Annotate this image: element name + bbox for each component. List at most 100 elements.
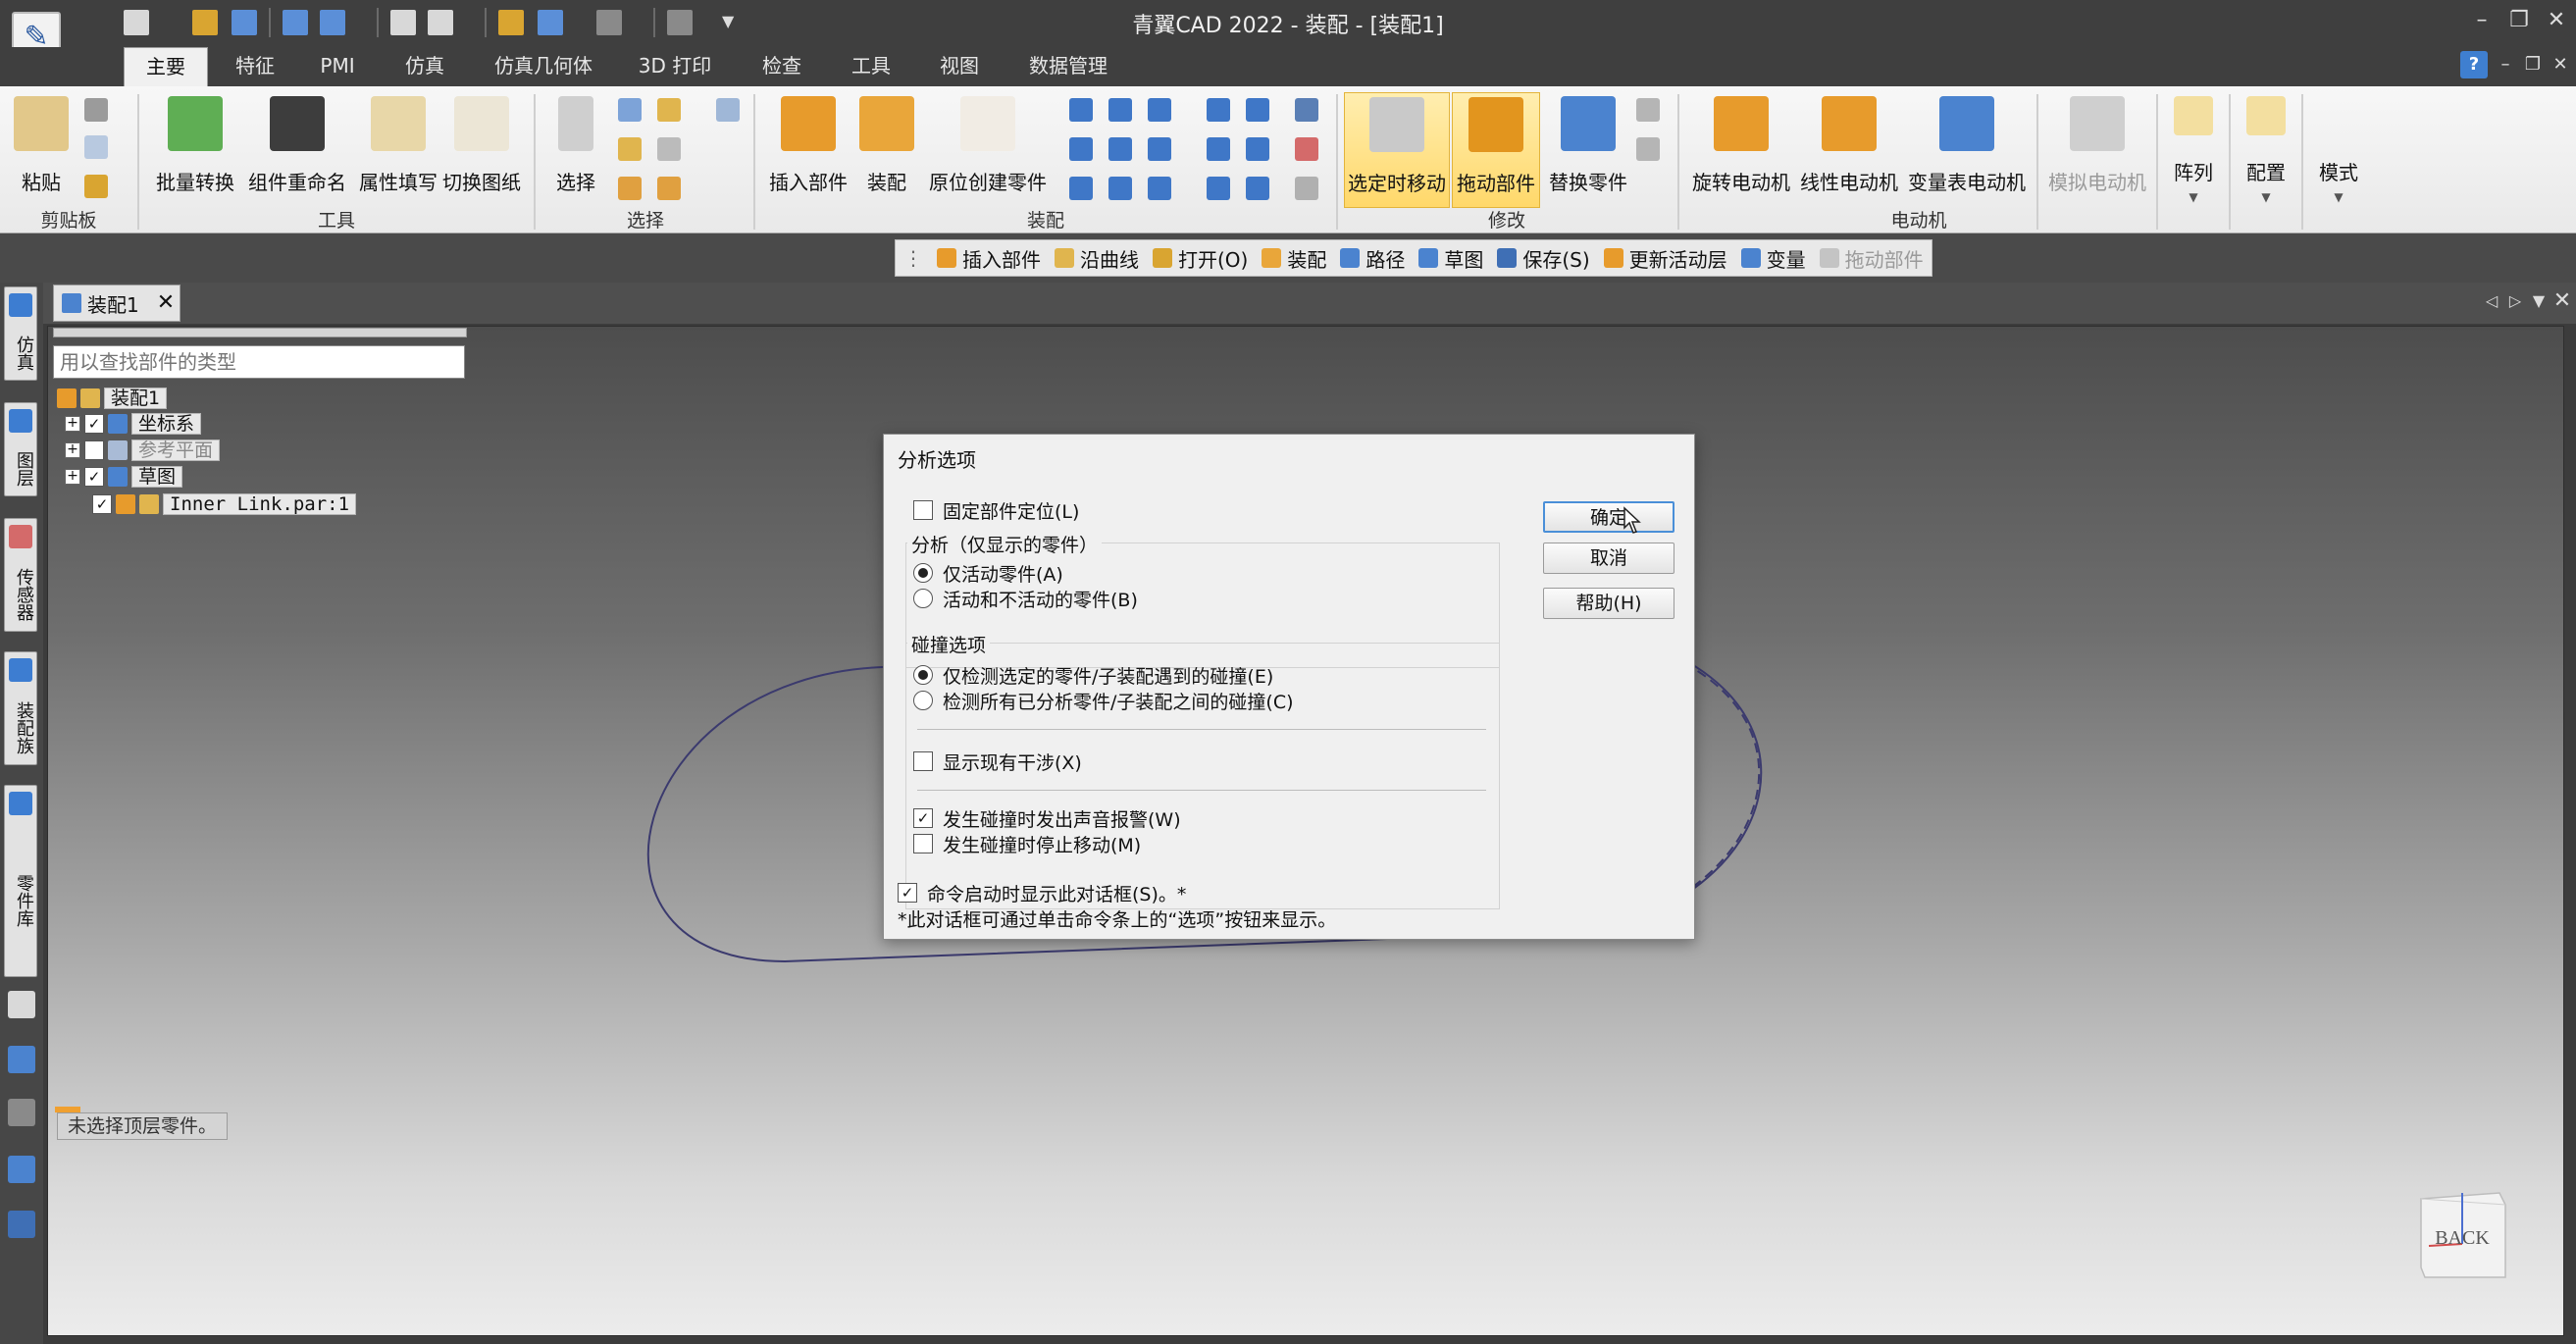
- expand-icon[interactable]: +: [65, 416, 80, 432]
- document-close-icon[interactable]: ✕: [151, 284, 180, 322]
- rail-tab-sensors[interactable]: 传感器: [4, 518, 37, 632]
- part-search-input[interactable]: [53, 345, 465, 379]
- select-group-icon[interactable]: [657, 98, 681, 122]
- show-interference-checkbox[interactable]: [913, 751, 933, 771]
- cmd-assemble[interactable]: 装配: [1262, 244, 1326, 273]
- help-query-icon[interactable]: [8, 1046, 35, 1073]
- copy-icon[interactable]: [84, 135, 108, 159]
- mate-icon[interactable]: [1069, 177, 1093, 200]
- angle-icon[interactable]: [1148, 177, 1171, 200]
- rail-tab-layers[interactable]: 图层: [4, 402, 37, 496]
- variable-table-motor-button[interactable]: 变量表电动机: [1903, 92, 2031, 200]
- tab-list-icon[interactable]: ▼: [2527, 286, 2550, 316]
- tab-left-icon[interactable]: ◁: [2480, 286, 2503, 316]
- visibility-checkbox[interactable]: ✓: [84, 467, 104, 487]
- radio-button[interactable]: [913, 691, 933, 710]
- path-icon[interactable]: [1295, 137, 1318, 161]
- tab-main[interactable]: 主要: [124, 47, 208, 86]
- tree-item-coordinate-systems[interactable]: + ✓ 坐标系: [65, 412, 202, 436]
- select-sub-icon[interactable]: [657, 177, 681, 200]
- mode-button[interactable]: 模式 ▼: [2307, 92, 2370, 204]
- stop-moving-option[interactable]: 发生碰撞时停止移动(M): [913, 831, 1141, 856]
- flip-icon[interactable]: [1069, 137, 1093, 161]
- wrench-icon[interactable]: [8, 991, 35, 1018]
- switch-drawing-button[interactable]: 切换图纸: [438, 92, 526, 200]
- select-part-icon[interactable]: [618, 177, 642, 200]
- rigid-icon[interactable]: [1246, 137, 1269, 161]
- expand-icon[interactable]: +: [65, 442, 80, 458]
- linear-motor-button[interactable]: 线性电动机: [1795, 92, 1903, 200]
- visibility-checkbox[interactable]: [84, 440, 104, 460]
- pattern-icon[interactable]: [1069, 98, 1093, 122]
- tab-tools[interactable]: 工具: [830, 47, 912, 86]
- cut-icon[interactable]: [84, 98, 108, 122]
- view-cube[interactable]: BACK: [2415, 1185, 2509, 1279]
- axial-icon[interactable]: [1108, 137, 1132, 161]
- cmd-along-curve[interactable]: 沿曲线: [1055, 244, 1139, 273]
- visibility-checkbox[interactable]: ✓: [84, 414, 104, 434]
- cmd-variables[interactable]: 变量: [1740, 244, 1806, 273]
- tab-3d-print[interactable]: 3D 打印: [618, 47, 732, 86]
- tree-root[interactable]: 装配1: [57, 387, 168, 410]
- doc-close-icon[interactable]: ✕: [2547, 51, 2574, 78]
- active-and-inactive-radio[interactable]: 活动和不活动的零件(B): [913, 586, 1138, 611]
- select-box-icon[interactable]: [618, 137, 642, 161]
- close-all-icon[interactable]: ✕: [2550, 286, 2574, 316]
- tree-item-reference-planes[interactable]: + 参考平面: [65, 439, 221, 462]
- tab-inspect[interactable]: 检查: [738, 47, 826, 86]
- active-parts-only-radio[interactable]: 仅活动零件(A): [913, 560, 1063, 586]
- tangent-icon[interactable]: [1246, 177, 1269, 200]
- create-in-place-button[interactable]: 原位创建零件: [924, 92, 1052, 200]
- fix-position-checkbox[interactable]: [913, 500, 933, 520]
- show-on-start-checkbox[interactable]: ✓: [898, 883, 917, 903]
- fill-properties-button[interactable]: 属性填写: [351, 92, 445, 200]
- show-interference-option[interactable]: 显示现有干涉(X): [913, 749, 1082, 774]
- detect-selected-radio[interactable]: 仅检测选定的零件/子装配遇到的碰撞(E): [913, 662, 1273, 688]
- replace-part-button[interactable]: 替换零件: [1544, 92, 1632, 200]
- select-button[interactable]: 选择: [545, 92, 606, 200]
- tab-data-management[interactable]: 数据管理: [1006, 47, 1130, 86]
- gear-icon[interactable]: [1207, 137, 1230, 161]
- tab-simulation[interactable]: 仿真: [381, 47, 469, 86]
- sound-alarm-checkbox[interactable]: ✓: [913, 808, 933, 828]
- assemble-button[interactable]: 装配: [855, 92, 918, 200]
- expand-icon[interactable]: +: [65, 469, 80, 485]
- select-lock-icon[interactable]: [657, 137, 681, 161]
- tree-item-sketches[interactable]: + ✓ 草图: [65, 465, 183, 489]
- array-button[interactable]: 阵列 ▼: [2164, 92, 2223, 204]
- config-button[interactable]: 配置 ▼: [2235, 92, 2297, 204]
- tree-item-inner-link[interactable]: ✓ Inner Link.par:1: [92, 492, 357, 516]
- tab-sim-geometry[interactable]: 仿真几何体: [475, 47, 612, 86]
- radio-button[interactable]: [913, 563, 933, 583]
- paste-button[interactable]: 粘贴: [10, 92, 73, 200]
- help-icon[interactable]: ?: [2460, 51, 2488, 78]
- radio-button[interactable]: [913, 665, 933, 685]
- format-painter-icon[interactable]: [84, 175, 108, 198]
- parallel-icon[interactable]: [1207, 98, 1230, 122]
- cmd-insert-part[interactable]: 插入部件: [937, 244, 1041, 273]
- cmd-open[interactable]: 打开(O): [1153, 244, 1248, 273]
- relations-icon[interactable]: [1295, 177, 1318, 200]
- rail-tab-assembly-family[interactable]: 装配族: [4, 651, 37, 765]
- radio-button[interactable]: [913, 589, 933, 608]
- rename-component-button[interactable]: 组件重命名: [243, 92, 351, 200]
- help-button[interactable]: 帮助(H): [1543, 588, 1674, 619]
- settings-icon[interactable]: [8, 1211, 35, 1238]
- doc-minimize-icon[interactable]: –: [2492, 51, 2519, 78]
- doc-restore-icon[interactable]: ❐: [2519, 51, 2547, 78]
- cmd-update-active-layer[interactable]: 更新活动层: [1603, 244, 1727, 273]
- minimize-icon[interactable]: –: [2464, 6, 2499, 35]
- planar-icon[interactable]: [1148, 137, 1171, 161]
- distance-icon[interactable]: [1246, 98, 1269, 122]
- connect-icon[interactable]: [1108, 177, 1132, 200]
- visibility-checkbox[interactable]: ✓: [92, 494, 112, 514]
- align-icon[interactable]: [1148, 98, 1171, 122]
- cmd-path[interactable]: 路径: [1340, 244, 1405, 273]
- tab-view[interactable]: 视图: [918, 47, 1001, 86]
- panel-grip[interactable]: [53, 328, 467, 337]
- ok-button[interactable]: 确定: [1543, 501, 1674, 533]
- select-filter-icon[interactable]: [618, 98, 642, 122]
- batch-convert-button[interactable]: 批量转换: [147, 92, 243, 200]
- show-on-start-option[interactable]: ✓ 命令启动时显示此对话框(S)。*: [898, 880, 1186, 905]
- cmd-save[interactable]: 保存(S): [1497, 244, 1590, 273]
